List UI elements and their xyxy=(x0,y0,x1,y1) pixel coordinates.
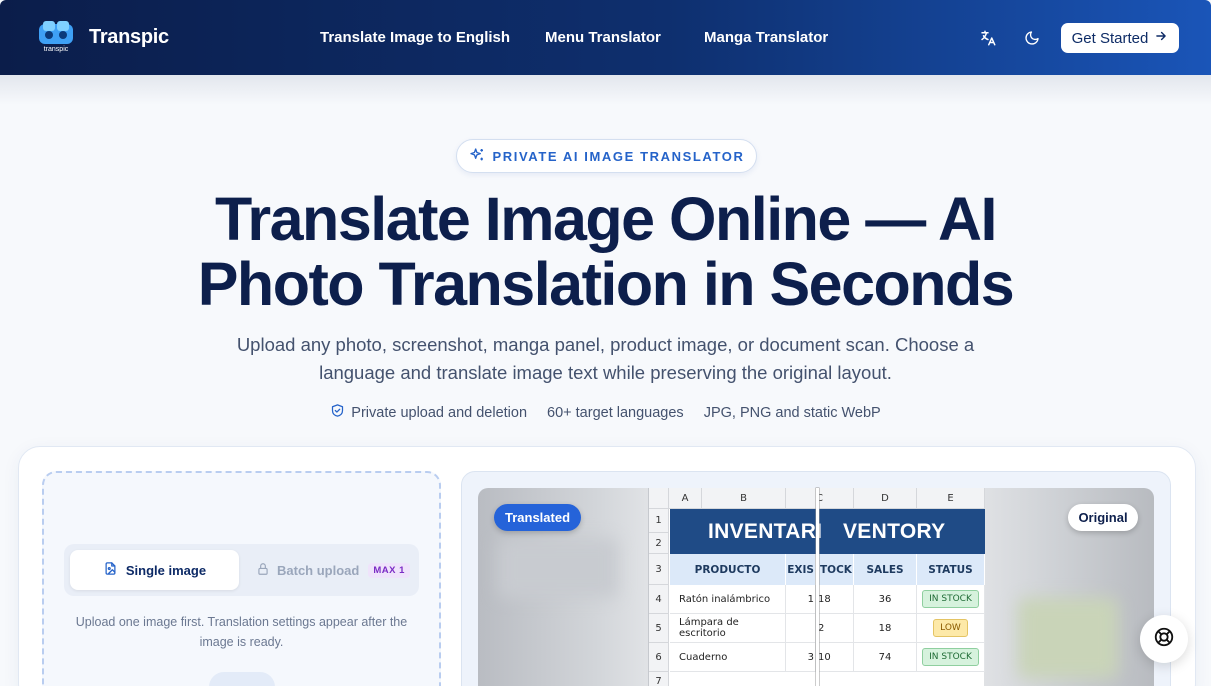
table-cell: IN STOCK xyxy=(917,643,985,672)
status-badge: IN STOCK xyxy=(922,648,979,666)
sparkles-icon xyxy=(469,147,485,166)
comparison-slider-handle[interactable] xyxy=(816,488,819,686)
table-cell: 1 xyxy=(786,585,816,614)
table-cell: 2 xyxy=(816,614,854,643)
batch-limit-badge: MAX 1 xyxy=(368,562,410,578)
tab-batch-upload[interactable]: Batch upload MAX 1 xyxy=(256,560,410,580)
hero-badge-label: PRIVATE AI IMAGE TRANSLATOR xyxy=(492,148,745,164)
lifebuoy-icon xyxy=(1153,626,1175,653)
table-cell: IN STOCK xyxy=(917,585,985,614)
table-cell: 3 xyxy=(786,643,816,672)
table-cell xyxy=(786,614,816,643)
original-label: Original xyxy=(1068,504,1138,531)
lock-icon xyxy=(256,562,270,579)
nav-shadow xyxy=(0,75,1211,105)
row-header: 7 xyxy=(649,672,669,686)
hero-subtitle: Upload any photo, screenshot, manga pane… xyxy=(236,334,975,383)
table-cell: 74 xyxy=(854,643,917,672)
table-cell: Ratón inalámbrico xyxy=(670,585,786,614)
table-header: TOCK xyxy=(816,554,854,585)
nav-link-menu-translator[interactable]: Menu Translator xyxy=(545,29,661,46)
table-cell: 18 xyxy=(854,614,917,643)
help-button[interactable] xyxy=(1140,615,1188,663)
table-header: SALES xyxy=(854,554,917,585)
svg-text:transpic: transpic xyxy=(44,46,69,53)
feature-list: Private upload and deletion 60+ target l… xyxy=(0,403,1211,422)
blurred-background xyxy=(498,538,618,598)
column-header: B xyxy=(702,488,786,509)
nav-link-translate-image-to-english[interactable]: Translate Image to English xyxy=(320,29,510,46)
table-cell: Cuaderno xyxy=(670,643,786,672)
feature-label: 60+ target languages xyxy=(547,404,684,421)
brand-name[interactable]: Transpic xyxy=(89,26,169,49)
feature-label: Private upload and deletion xyxy=(351,404,528,421)
transpic-logo[interactable]: transpic xyxy=(36,18,76,54)
table-header: PRODUCTO xyxy=(670,554,786,585)
table-cell: Lámpara de escritorio xyxy=(670,614,786,643)
top-navigation: transpic Transpic Translate Image to Eng… xyxy=(0,0,1211,75)
translated-label: Translated xyxy=(494,504,581,531)
shield-check-icon xyxy=(330,403,345,422)
moon-icon[interactable] xyxy=(1022,28,1042,48)
column-header: E xyxy=(917,488,985,509)
arrow-right-icon xyxy=(1154,29,1168,47)
upload-button[interactable] xyxy=(209,672,275,686)
image-file-icon xyxy=(103,561,118,579)
tab-batch-upload-label: Batch upload xyxy=(277,562,360,578)
table-cell: 10 xyxy=(816,643,854,672)
get-started-button[interactable]: Get Started xyxy=(1061,23,1179,53)
tab-single-image[interactable]: Single image xyxy=(70,550,239,590)
row-header: 3 xyxy=(649,554,669,585)
row-header: 6 xyxy=(649,643,669,672)
row-header: 4 xyxy=(649,585,669,614)
status-badge: IN STOCK xyxy=(922,590,979,608)
translate-icon[interactable] xyxy=(978,28,998,48)
column-header: D xyxy=(854,488,917,509)
table-cell: LOW xyxy=(917,614,985,643)
status-badge: LOW xyxy=(933,619,968,637)
table-cell: 18 xyxy=(816,585,854,614)
feature-private-upload: Private upload and deletion xyxy=(330,403,527,422)
hero-badge: PRIVATE AI IMAGE TRANSLATOR xyxy=(456,139,757,173)
column-header: A xyxy=(669,488,702,509)
feature-label: JPG, PNG and static WebP xyxy=(703,404,881,421)
table-cell: 36 xyxy=(854,585,917,614)
sheet-title-original: VENTORY xyxy=(843,519,946,543)
feature-languages: 60+ target languages xyxy=(547,403,684,422)
nav-link-manga-translator[interactable]: Manga Translator xyxy=(704,29,828,46)
sheet-title-translated: INVENTARI xyxy=(708,519,823,543)
corner-cell xyxy=(649,488,669,509)
feature-formats: JPG, PNG and static WebP xyxy=(704,403,881,422)
page-title: Translate Image Online — AI Photo Transl… xyxy=(197,185,1015,318)
table-header: EXIS xyxy=(786,554,816,585)
get-started-label: Get Started xyxy=(1071,29,1149,47)
upload-hint: Upload one image first. Translation sett… xyxy=(75,615,408,649)
row-header: 5 xyxy=(649,614,669,643)
column-header: C xyxy=(786,488,854,509)
sheet-title-band: INVENTARI VENTORY xyxy=(670,509,985,554)
table-header: STATUS xyxy=(917,554,985,585)
row-header: 2 xyxy=(649,533,669,554)
blurred-background xyxy=(1018,598,1118,678)
row-header: 1 xyxy=(649,509,669,533)
tab-single-image-label: Single image xyxy=(125,562,207,578)
